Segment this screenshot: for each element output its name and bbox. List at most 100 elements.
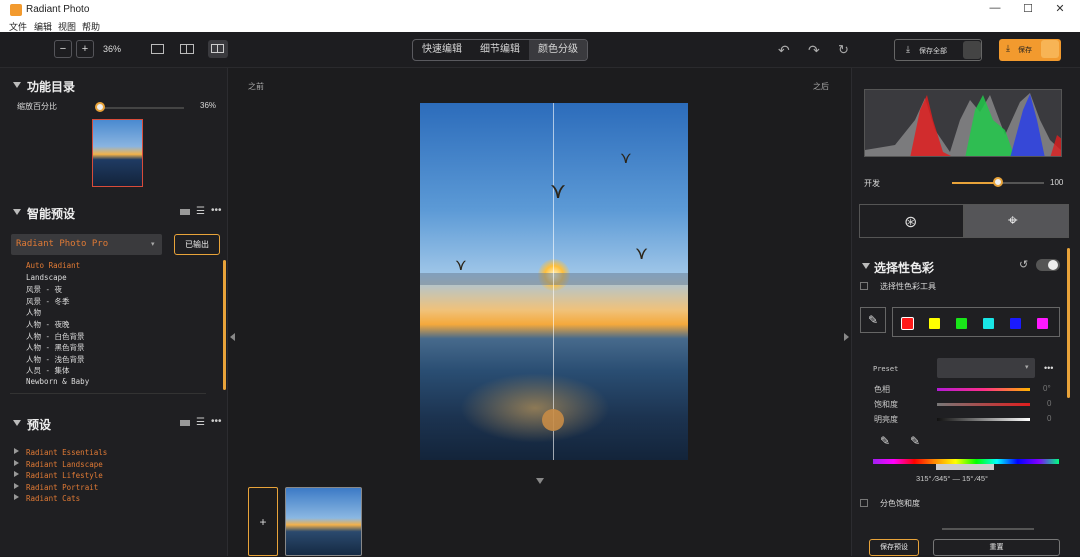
navigator-thumbnail[interactable] (92, 119, 143, 187)
product-select-value: Radiant Photo Pro (16, 239, 109, 249)
hue-range-selector[interactable] (936, 464, 994, 470)
save-options-icon[interactable] (1041, 40, 1059, 58)
color-swatch[interactable] (901, 317, 914, 330)
close-button[interactable]: ✕ (1045, 2, 1075, 18)
more-options-icon[interactable]: ••• (211, 205, 222, 216)
split-handle-icon[interactable] (542, 409, 564, 431)
reset-section-icon[interactable]: ↺ (1019, 258, 1028, 271)
zoom-out-button[interactable]: − (54, 40, 72, 58)
side-by-side-view-icon[interactable] (180, 44, 194, 54)
smart-preset-item[interactable]: 人物 (26, 307, 41, 318)
smart-preset-item[interactable]: Landscape (26, 273, 67, 282)
preset-more-icon[interactable]: ••• (1044, 363, 1053, 373)
split-saturation-checkbox[interactable] (860, 499, 868, 507)
presets-list-view-icon[interactable]: ☰ (196, 417, 205, 428)
list-view-icon[interactable]: ☰ (196, 206, 205, 217)
smart-preset-item[interactable]: 人物 - 黑色背景 (26, 342, 85, 353)
smart-preset-item[interactable]: Auto Radiant (26, 261, 80, 270)
add-image-button[interactable]: + (248, 487, 278, 556)
grid-view-icon[interactable] (180, 209, 190, 215)
preset-item[interactable]: Radiant Essentials (26, 448, 107, 457)
preset-item[interactable]: Radiant Landscape (26, 460, 103, 469)
smart-preset-item[interactable]: 人物 - 夜晚 (26, 319, 70, 330)
collapse-caret-icon[interactable] (13, 82, 21, 88)
selective-caret-icon[interactable] (862, 263, 870, 269)
save-all-options-icon[interactable] (963, 41, 981, 59)
save-button[interactable]: ⤓ 保存 (999, 39, 1061, 61)
smart-collapse-caret-icon[interactable] (13, 209, 21, 215)
reset-icon[interactable]: ↻ (838, 42, 849, 58)
color-swatch[interactable] (956, 318, 967, 329)
smart-preset-item[interactable]: 人物 - 浅色背景 (26, 354, 85, 365)
smart-preset-item[interactable]: 风景 - 冬季 (26, 296, 70, 307)
preset-select[interactable]: ▾ (937, 358, 1035, 378)
tab-detail-edit[interactable]: 细节编辑 (471, 40, 529, 60)
single-view-icon[interactable] (151, 44, 164, 54)
save-preset-button[interactable]: 保存预设 (869, 539, 919, 556)
smart-preset-item[interactable]: Newborn & Baby (26, 377, 89, 386)
filmstrip-toggle-icon[interactable] (536, 478, 544, 484)
reset-button[interactable]: 重置 (933, 539, 1060, 556)
right-scrollbar-thumb[interactable] (1067, 248, 1070, 398)
redo-icon[interactable]: ↷ (808, 42, 820, 59)
presets-collapse-caret-icon[interactable] (13, 420, 21, 426)
eyedropper-icon[interactable]: ✎ (860, 307, 886, 333)
zoom-percent-knob[interactable] (95, 102, 105, 112)
preset-item[interactable]: Radiant Lifestyle (26, 471, 103, 480)
brightness-slider[interactable] (937, 418, 1030, 421)
expand-caret-icon[interactable] (14, 482, 19, 489)
tab-color-grading[interactable]: 颜色分级 (529, 40, 587, 60)
presets-title: 预设 (27, 418, 52, 432)
split-saturation-slider[interactable] (942, 528, 1034, 530)
undo-icon[interactable]: ↶ (778, 42, 790, 59)
smart-preset-item[interactable]: 人员 - 集体 (26, 365, 70, 376)
presets-grid-view-icon[interactable] (180, 420, 190, 426)
tab-quick-edit[interactable]: 快速编辑 (413, 40, 471, 60)
main-photo[interactable]: ⋎ ⋎ ⋎ ⋎ (420, 103, 688, 460)
tab-target[interactable]: ⌖ (964, 204, 1069, 238)
filmstrip-thumbnail[interactable] (285, 487, 362, 556)
expand-caret-icon[interactable] (14, 448, 19, 454)
zoom-percent-slider[interactable] (96, 107, 184, 109)
app-logo-icon (10, 4, 22, 16)
maximize-button[interactable]: ☐ (1013, 2, 1043, 18)
color-swatch[interactable] (983, 318, 994, 329)
selective-tool-checkbox[interactable] (860, 282, 868, 290)
expand-caret-icon[interactable] (14, 471, 19, 478)
color-swatch-group (892, 307, 1060, 337)
seagull-1: ⋎ (550, 178, 567, 203)
collapse-right-icon[interactable] (844, 333, 849, 341)
save-all-button[interactable]: ⤓ 保存全部 (894, 39, 982, 61)
color-swatch[interactable] (1010, 318, 1021, 329)
presets-more-icon[interactable]: ••• (211, 416, 222, 427)
preset-item[interactable]: Radiant Cats (26, 494, 80, 503)
split-divider-line[interactable] (553, 103, 554, 460)
smart-presets-title: 智能预设 (27, 207, 76, 221)
product-select[interactable]: Radiant Photo Pro ▾ (11, 234, 162, 255)
expand-caret-icon[interactable] (14, 459, 19, 466)
tab-color-circles[interactable]: ⊛ (859, 204, 964, 238)
split-view-icon[interactable] (208, 40, 228, 58)
develop-knob[interactable] (993, 177, 1003, 187)
zoom-value: 36% (103, 44, 122, 54)
export-button[interactable]: 已输出 (174, 234, 220, 255)
color-swatch[interactable] (1037, 318, 1048, 329)
smart-preset-item[interactable]: 人物 - 白色背景 (26, 331, 85, 342)
eyedropper-subtract-icon[interactable]: ✎ (910, 434, 920, 448)
selective-color-toggle[interactable] (1036, 259, 1060, 271)
minimize-button[interactable]: — (980, 2, 1010, 18)
hue-label: 色相 (874, 385, 890, 394)
eyedropper-add-icon[interactable]: ✎ (880, 434, 890, 448)
scrollbar-thumb[interactable] (223, 260, 226, 390)
smart-preset-item[interactable]: 风景 - 夜 (26, 284, 62, 295)
preset-item[interactable]: Radiant Portrait (26, 483, 98, 492)
preset-chevron-icon: ▾ (1025, 364, 1029, 371)
saturation-slider[interactable] (937, 403, 1030, 406)
save-all-label: 保存全部 (919, 48, 947, 55)
color-swatch[interactable] (929, 318, 940, 329)
chevron-down-icon: ▾ (151, 241, 155, 248)
collapse-left-icon[interactable] (230, 333, 235, 341)
hue-slider[interactable] (937, 388, 1030, 391)
zoom-in-button[interactable]: + (76, 40, 94, 58)
expand-caret-icon[interactable] (14, 494, 19, 501)
